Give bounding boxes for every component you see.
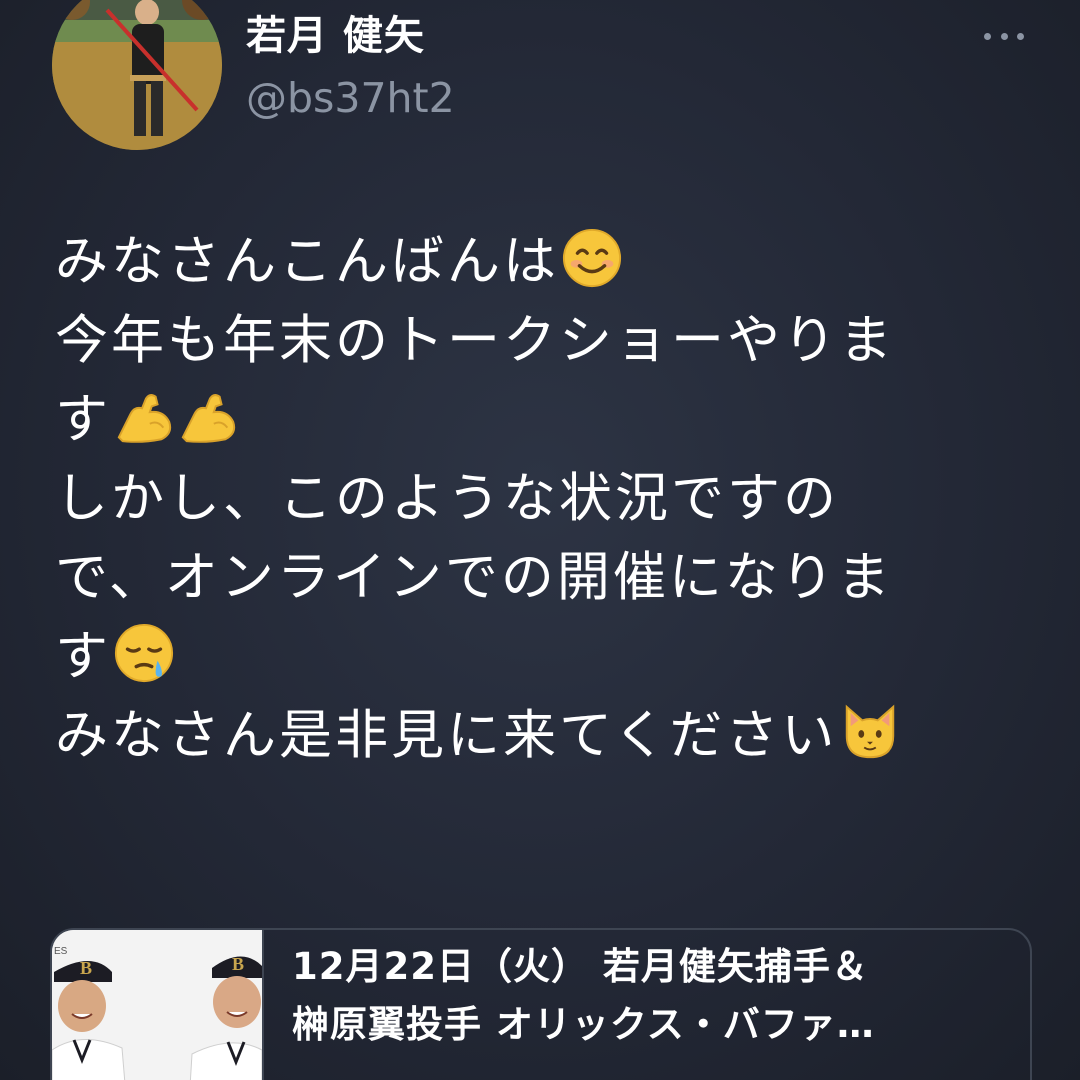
link-preview-image: ES B B	[52, 930, 264, 1080]
tweet-line: す	[55, 617, 1045, 696]
cat-face-icon	[846, 704, 895, 759]
link-preview-cut-off-text	[522, 1076, 862, 1080]
flexed-biceps-icon	[117, 394, 172, 443]
svg-text:B: B	[232, 954, 244, 974]
tweet-line: みなさんこんばんは	[55, 222, 1045, 301]
link-preview-card[interactable]: ES B B 12月22日（火） 若月健矢捕手＆ 榊原翼投手 オリックス・バファ…	[50, 928, 1032, 1080]
sleepy-face-icon	[114, 623, 174, 683]
more-horizontal-icon[interactable]	[984, 26, 1024, 46]
link-preview-title-line: 榊原翼投手 オリックス・バファ…	[292, 1003, 875, 1046]
smiling-face-icon	[562, 228, 622, 288]
dot	[1017, 32, 1024, 40]
tweet-line: 今年も年末のトークショーやりま	[55, 310, 895, 371]
dot	[984, 32, 991, 40]
tweet-line: しかし、このような状況ですの	[55, 468, 839, 529]
handle[interactable]: @bs37ht2	[246, 70, 455, 126]
svg-text:ES: ES	[54, 946, 68, 957]
link-preview-title: 12月22日（火） 若月健矢捕手＆ 榊原翼投手 オリックス・バファ…	[292, 938, 1012, 1054]
tweet-line: す	[55, 380, 1045, 459]
link-preview-title-line: 12月22日（火） 若月健矢捕手＆	[292, 945, 869, 988]
svg-text:B: B	[80, 958, 92, 978]
tweet-line: で、オンラインでの開催になりま	[55, 547, 893, 608]
tweet-text: みなさんこんばんは 今年も年末のトークショーやりま す しかし、このような状況で…	[55, 222, 1045, 775]
display-name[interactable]: 若月 健矢	[246, 8, 425, 64]
avatar[interactable]	[52, 0, 222, 150]
dot	[1000, 32, 1008, 40]
tweet-line: みなさん是非見に来てください	[55, 696, 1045, 775]
flexed-biceps-icon	[181, 394, 236, 443]
